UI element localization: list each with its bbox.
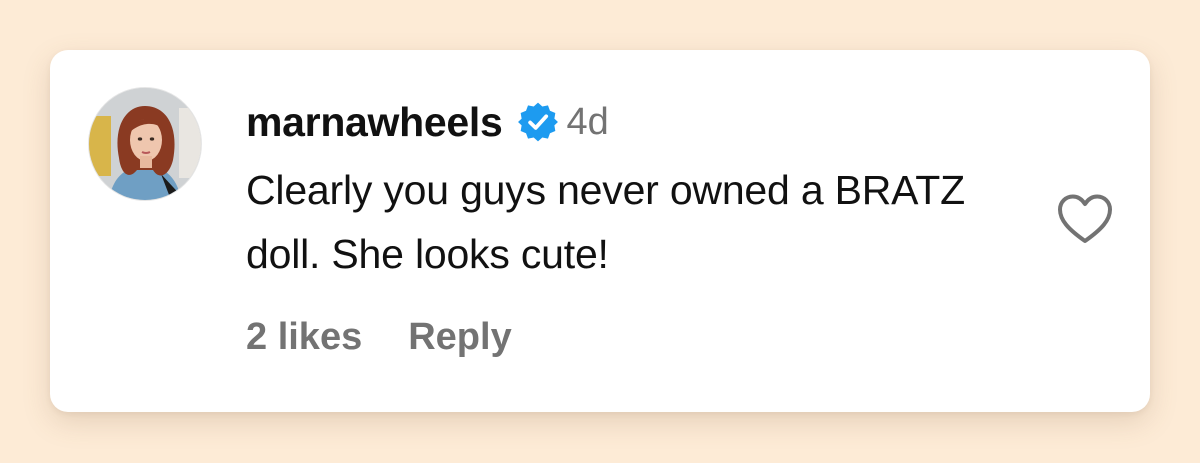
comment-card: marnawheels 4d Clearly you guys never ow… bbox=[50, 50, 1150, 412]
avatar-photo bbox=[89, 88, 201, 200]
heart-outline-icon[interactable] bbox=[1056, 192, 1114, 246]
comment-actions: 2 likes Reply bbox=[246, 316, 512, 359]
comment-timestamp: 4d bbox=[566, 100, 609, 143]
username-link[interactable]: marnawheels bbox=[246, 99, 503, 146]
likes-count-button[interactable]: 2 likes bbox=[246, 316, 362, 359]
verified-badge-icon bbox=[517, 102, 558, 142]
reply-button[interactable]: Reply bbox=[408, 316, 511, 359]
comment-header: marnawheels 4d bbox=[246, 94, 609, 150]
comment-text: Clearly you guys never owned a BRATZ dol… bbox=[246, 167, 965, 277]
avatar[interactable] bbox=[88, 87, 202, 201]
